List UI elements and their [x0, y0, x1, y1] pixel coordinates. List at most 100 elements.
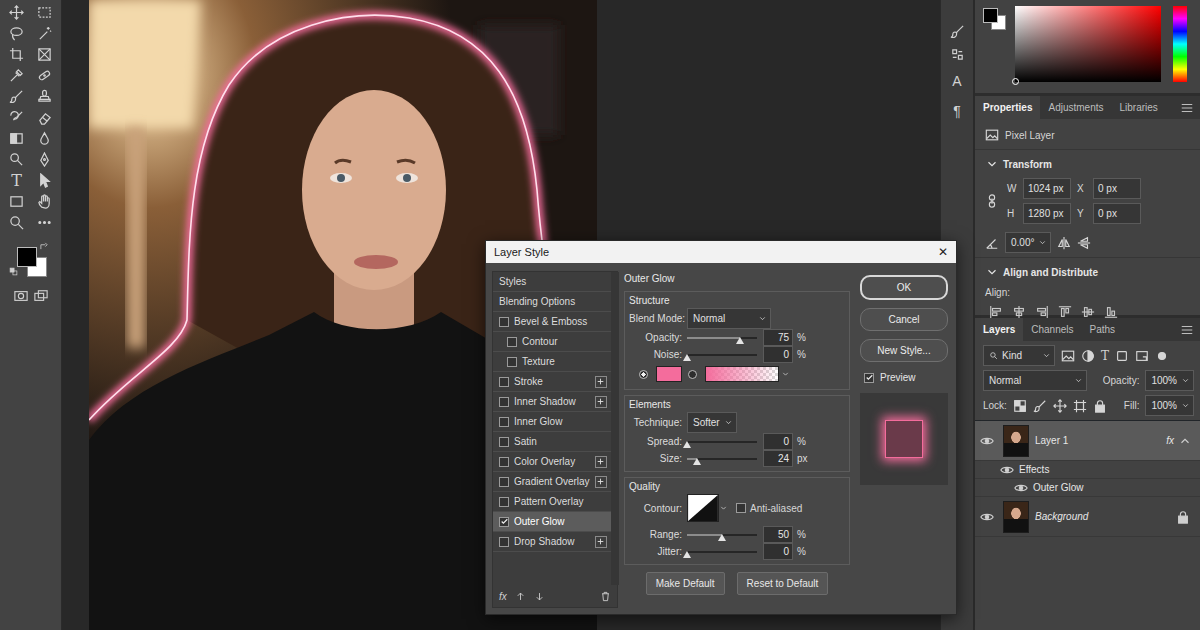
style-label[interactable]: Outer Glow: [514, 514, 565, 529]
slider-track[interactable]: [687, 529, 757, 541]
value-field[interactable]: 50: [763, 526, 793, 543]
move-down-icon[interactable]: [534, 591, 545, 602]
link-icon[interactable]: [985, 194, 999, 208]
anti-aliased-checkbox[interactable]: [736, 503, 746, 513]
gradient-tool-icon[interactable]: [9, 131, 24, 146]
filter-toggle-icon[interactable]: [1155, 349, 1169, 363]
dropdown-icon[interactable]: [719, 501, 728, 515]
align-right-icon[interactable]: [1035, 305, 1049, 319]
style-label[interactable]: Drop Shadow: [514, 534, 575, 549]
align-center-icon[interactable]: [1012, 305, 1026, 319]
slider-track[interactable]: [687, 349, 757, 361]
style-label[interactable]: Color Overlay: [514, 454, 575, 469]
fill-field[interactable]: 100%: [1145, 395, 1194, 416]
dialog-button[interactable]: OK: [860, 275, 948, 300]
style-label[interactable]: Bevel & Emboss: [514, 314, 587, 329]
value-field[interactable]: 0: [763, 346, 793, 363]
visibility-toggle[interactable]: [995, 461, 1019, 478]
foreground-swatch[interactable]: [17, 247, 37, 267]
clone-stamp-icon[interactable]: [37, 89, 52, 104]
value-field[interactable]: 0: [763, 543, 793, 560]
move-up-icon[interactable]: [515, 591, 526, 602]
style-checkbox[interactable]: [507, 337, 517, 347]
collapse-icon[interactable]: [1178, 434, 1192, 448]
lock-position-icon[interactable]: [1053, 399, 1067, 413]
panel-menu-icon[interactable]: [1180, 101, 1194, 115]
layer-name[interactable]: Outer Glow: [1033, 480, 1084, 495]
glow-gradient-swatch[interactable]: [705, 366, 779, 382]
zoom-tool-icon[interactable]: [9, 215, 24, 230]
blur-tool-icon[interactable]: [37, 131, 52, 146]
slider-thumb[interactable]: [736, 337, 744, 344]
filter-select[interactable]: Kind: [983, 345, 1055, 366]
preview-checkbox[interactable]: [864, 373, 874, 383]
layer-thumbnail[interactable]: [1003, 425, 1029, 457]
style-checkbox[interactable]: [499, 437, 509, 447]
field-input[interactable]: 1280 px: [1023, 203, 1071, 224]
layer-row[interactable]: Background: [975, 497, 1200, 537]
add-style-button[interactable]: [595, 456, 607, 468]
lock-pixels-icon[interactable]: [1033, 399, 1047, 413]
panel-tab[interactable]: Channels: [1023, 318, 1081, 341]
panel-tab[interactable]: Adjustments: [1040, 96, 1111, 119]
slider-thumb[interactable]: [683, 441, 691, 448]
slider-thumb[interactable]: [718, 534, 726, 541]
panel-tab[interactable]: Libraries: [1112, 96, 1166, 119]
smart-object-filter-icon[interactable]: [1135, 349, 1149, 363]
layer-row[interactable]: Layer 1fx: [975, 421, 1200, 461]
style-checkbox[interactable]: [499, 477, 509, 487]
style-item[interactable]: Color Overlay: [493, 452, 611, 472]
chevron-icon[interactable]: [985, 157, 999, 171]
style-label[interactable]: Satin: [514, 434, 537, 449]
style-checkbox[interactable]: [499, 537, 509, 547]
style-item[interactable]: Texture: [493, 352, 611, 372]
hue-slider[interactable]: [1173, 6, 1187, 82]
style-item[interactable]: Styles: [493, 272, 611, 292]
style-checkbox[interactable]: [499, 397, 509, 407]
dialog-button[interactable]: Cancel: [860, 308, 948, 331]
healing-brush-icon[interactable]: [37, 68, 52, 83]
dodge-tool-icon[interactable]: [9, 152, 24, 167]
add-style-button[interactable]: [595, 476, 607, 488]
eyedropper-icon[interactable]: [9, 68, 24, 83]
saturation-field[interactable]: [1015, 6, 1161, 82]
swap-colors-icon[interactable]: [39, 241, 49, 251]
picker-foreground[interactable]: [983, 8, 998, 23]
align-bottom-icon[interactable]: [1104, 305, 1118, 319]
slider-track[interactable]: [687, 453, 757, 465]
pixel-filter-icon[interactable]: [1061, 349, 1075, 363]
screen-mode-icon[interactable]: [34, 289, 48, 303]
field-input[interactable]: 1024 px: [1023, 178, 1071, 199]
style-checkbox[interactable]: [499, 317, 509, 327]
lock-all-icon[interactable]: [1093, 399, 1107, 413]
title-bar[interactable]: Layer Style✕: [486, 241, 956, 263]
layer-thumbnail[interactable]: [1003, 501, 1029, 533]
field-input[interactable]: 0 px: [1093, 203, 1141, 224]
add-style-button[interactable]: [595, 376, 607, 388]
style-item[interactable]: Inner Shadow: [493, 392, 611, 412]
history-brush-icon[interactable]: [9, 110, 24, 125]
style-item[interactable]: Gradient Overlay: [493, 472, 611, 492]
slider-track[interactable]: [687, 436, 757, 448]
flip-horizontal-icon[interactable]: [1057, 236, 1071, 250]
gradient-option[interactable]: [688, 366, 790, 382]
value-field[interactable]: 0: [763, 433, 793, 450]
blend-mode-select[interactable]: Normal: [687, 308, 771, 329]
style-checkbox[interactable]: [499, 517, 509, 527]
lasso-tool-icon[interactable]: [9, 26, 24, 41]
effect-row[interactable]: Outer Glow: [975, 479, 1200, 497]
brush-presets-icon[interactable]: [950, 47, 965, 62]
flip-vertical-icon[interactable]: [1077, 236, 1091, 250]
style-checkbox[interactable]: [507, 357, 517, 367]
value-field[interactable]: 75: [763, 329, 793, 346]
slider-thumb[interactable]: [693, 458, 701, 465]
crop-tool-icon[interactable]: [9, 47, 24, 62]
technique-select[interactable]: Softer: [687, 412, 737, 433]
style-item[interactable]: Bevel & Emboss: [493, 312, 611, 332]
panel-menu-icon[interactable]: [1180, 323, 1194, 337]
glow-color-swatch[interactable]: [656, 366, 682, 382]
pen-tool-icon[interactable]: [37, 152, 52, 167]
style-item[interactable]: Pattern Overlay: [493, 492, 611, 512]
reset-default-button[interactable]: Reset to Default: [737, 572, 829, 595]
color-option[interactable]: [639, 366, 682, 382]
